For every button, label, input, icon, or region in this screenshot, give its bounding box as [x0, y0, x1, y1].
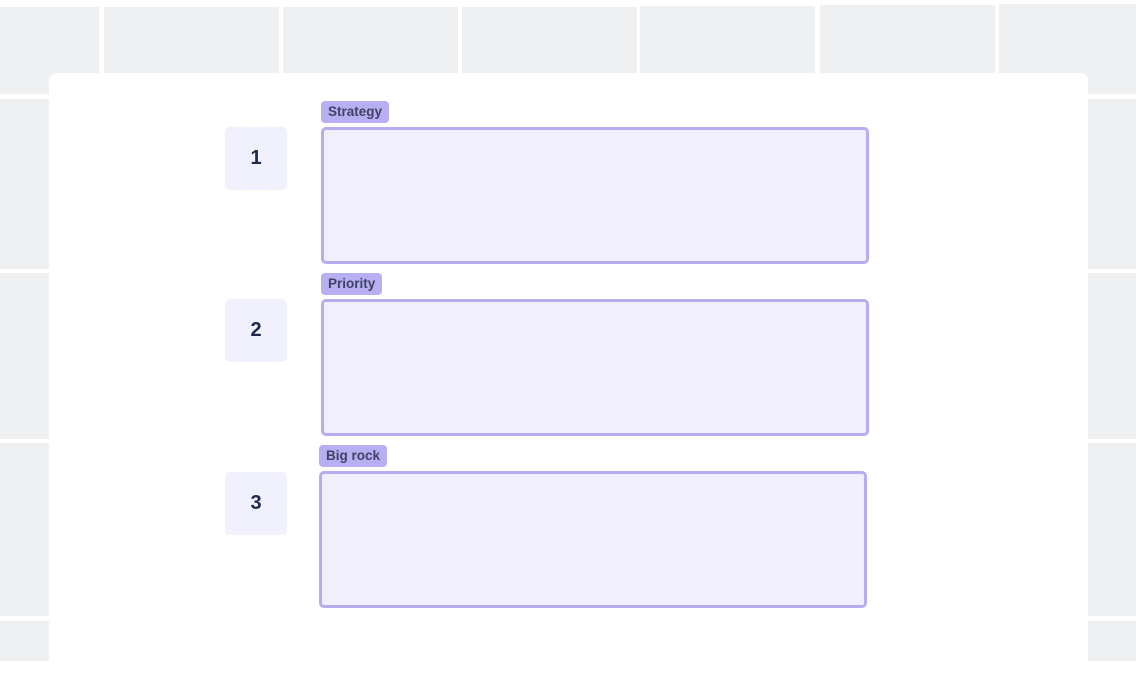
row-tag-label: Priority — [321, 273, 383, 295]
row-number-badge: 3 — [225, 472, 287, 535]
row-number-badge: 1 — [225, 127, 287, 190]
content-panel: Top 3 strategic priorities 1 Strategy 2 … — [49, 73, 1088, 673]
priority-input[interactable] — [321, 299, 869, 436]
row-tag-label: Big rock — [319, 445, 388, 467]
strategy-input[interactable] — [321, 127, 869, 264]
big-rock-input[interactable] — [319, 471, 867, 608]
page-heading: Top 3 strategic priorities — [219, 73, 472, 75]
row-number-badge: 2 — [225, 299, 287, 362]
row-tag-label: Strategy — [321, 101, 390, 123]
